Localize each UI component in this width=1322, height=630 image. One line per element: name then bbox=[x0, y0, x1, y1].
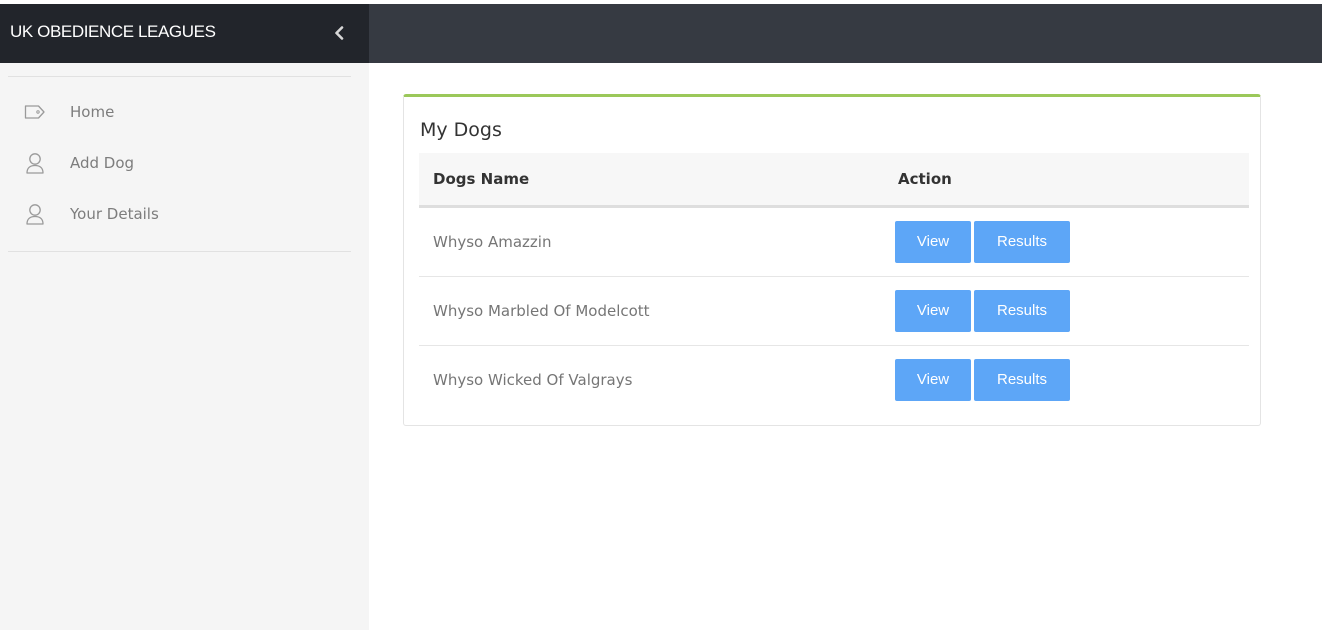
user-icon bbox=[23, 202, 47, 226]
view-button[interactable]: View bbox=[895, 290, 971, 332]
sidebar-item-label: Home bbox=[70, 102, 115, 121]
table-row: Whyso Amazzin View Results bbox=[419, 206, 1249, 277]
column-header-action: Action bbox=[895, 153, 1249, 208]
user-icon bbox=[23, 151, 47, 175]
sidebar: UK OBEDIENCE LEAGUES Home Add Dog Your D… bbox=[0, 4, 369, 630]
dog-name-cell: Whyso Amazzin bbox=[419, 206, 895, 277]
view-button[interactable]: View bbox=[895, 221, 971, 263]
app-root: UK OBEDIENCE LEAGUES Home Add Dog Your D… bbox=[0, 0, 1322, 630]
sidebar-item-your-details[interactable]: Your Details bbox=[8, 188, 351, 239]
table-row: Whyso Marbled Of Modelcott View Results bbox=[419, 276, 1249, 346]
chevron-left-icon bbox=[335, 26, 344, 40]
panel-title: My Dogs bbox=[420, 119, 502, 141]
sidebar-menu: Home Add Dog Your Details bbox=[8, 76, 351, 252]
column-header-dogs-name: Dogs Name bbox=[419, 153, 895, 208]
table-header-row: Dogs Name Action bbox=[419, 153, 1249, 208]
action-cell: View Results bbox=[895, 346, 1249, 415]
dogs-table: Dogs Name Action Whyso Amazzin View Resul… bbox=[419, 153, 1249, 414]
sidebar-collapse-button[interactable] bbox=[326, 18, 352, 48]
top-navbar bbox=[369, 4, 1322, 63]
sidebar-item-home[interactable]: Home bbox=[8, 86, 351, 137]
my-dogs-panel: My Dogs Dogs Name Action Whyso Amazzin V… bbox=[403, 94, 1261, 426]
results-button[interactable]: Results bbox=[974, 359, 1070, 401]
dog-name-cell: Whyso Wicked Of Valgrays bbox=[433, 371, 633, 389]
action-cell: View Results bbox=[895, 206, 1249, 277]
sidebar-item-label: Add Dog bbox=[70, 153, 135, 172]
tag-icon bbox=[23, 100, 47, 124]
dog-name-cell: Whyso Marbled Of Modelcott bbox=[419, 276, 895, 346]
app-title: UK OBEDIENCE LEAGUES bbox=[10, 22, 216, 41]
sidebar-item-label: Your Details bbox=[70, 204, 159, 223]
results-button[interactable]: Results bbox=[974, 290, 1070, 332]
sidebar-item-add-dog[interactable]: Add Dog bbox=[8, 137, 351, 188]
action-cell: View Results bbox=[895, 276, 1249, 346]
results-button[interactable]: Results bbox=[974, 221, 1070, 263]
brand-bar: UK OBEDIENCE LEAGUES bbox=[0, 4, 369, 63]
view-button[interactable]: View bbox=[895, 359, 971, 401]
table-row: Whyso Wicked Of Valgrays View Results bbox=[419, 346, 1249, 415]
